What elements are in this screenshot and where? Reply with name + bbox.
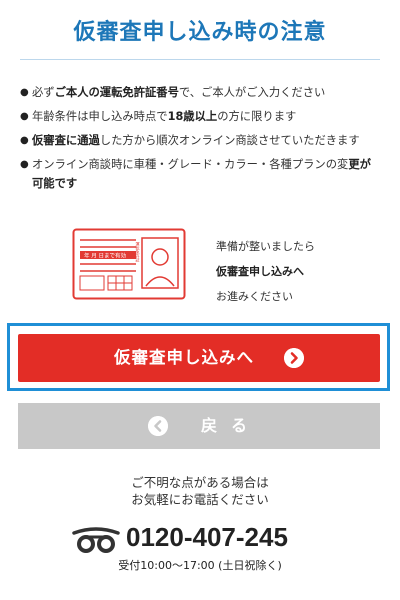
page-title: 仮審査申し込み時の注意 [73,20,327,45]
back-button-label: 戻る [201,416,262,435]
prompt-line-1: 準備が整いましたら [216,240,315,253]
free-dial-icon [72,527,120,553]
bullet-icon: ● [20,111,29,122]
bullet-icon: ● [20,87,29,98]
note-item: ● オンライン商談時に車種・グレード・カラー・各種プランの変更が可能です [20,155,382,193]
prompt-line-2: 仮審査申し込みへ [216,265,304,278]
note-text: ご本人の運転免許証番号 [54,86,179,99]
apply-button-label: 仮審査申し込みへ [114,348,254,367]
note-text: 18歳以上 [167,110,218,123]
note-text: 必ず [32,86,55,99]
note-text: で、ご本人がご入力ください [178,86,326,99]
contact-line-2: お気軽にお電話ください [131,492,269,507]
chevron-left-circle-icon [148,416,168,436]
bullet-icon: ● [20,135,29,146]
note-item: ● 仮審査に通過した方から順次オンライン商談させていただきます [20,131,382,150]
note-text: した方から順次オンライン商談させていただきます [99,134,360,147]
note-text: オンライン商談時に車種・グレード・カラー・各種プランの変 [32,158,349,171]
title-divider [20,59,380,60]
note-item: ● 必ずご本人の運転免許証番号で、ご本人がご入力ください [20,83,382,102]
license-date-label: 年 月 日まで有効 [84,252,126,260]
note-text: 仮審査に通過 [32,134,100,147]
chevron-right-circle-icon [284,348,304,368]
bullet-icon: ● [20,159,29,170]
note-text: の方に限ります [217,110,297,123]
contact-line-1: ご不明な点がある場合は [131,475,269,490]
phone-number[interactable]: 0120-407-245 [126,522,288,553]
business-hours: 受付10:00〜17:00 (土日祝除く) [118,559,282,572]
notes-list: ● 必ずご本人の運転免許証番号で、ご本人がご入力ください ● 年齢条件は申し込み時点で… [20,83,382,198]
next-step-prompt: 準備が整いましたら 仮審査申し込みへ お進みください [216,234,315,309]
drivers-license-icon: 年 月 日まで有効 運転免許証 [72,228,186,300]
note-item: ● 年齢条件は申し込み時点で18歳以上の方に限ります [20,107,382,126]
apply-button[interactable]: 仮審査申し込みへ [18,334,380,382]
contact-message: ご不明な点がある場合は お気軽にお電話ください [0,474,400,508]
license-side-label: 運転免許証 [136,241,141,263]
prompt-line-3: お進みください [216,290,293,303]
back-button[interactable]: 戻る [18,403,380,449]
note-text: 年齢条件は申し込み時点で [32,110,168,123]
